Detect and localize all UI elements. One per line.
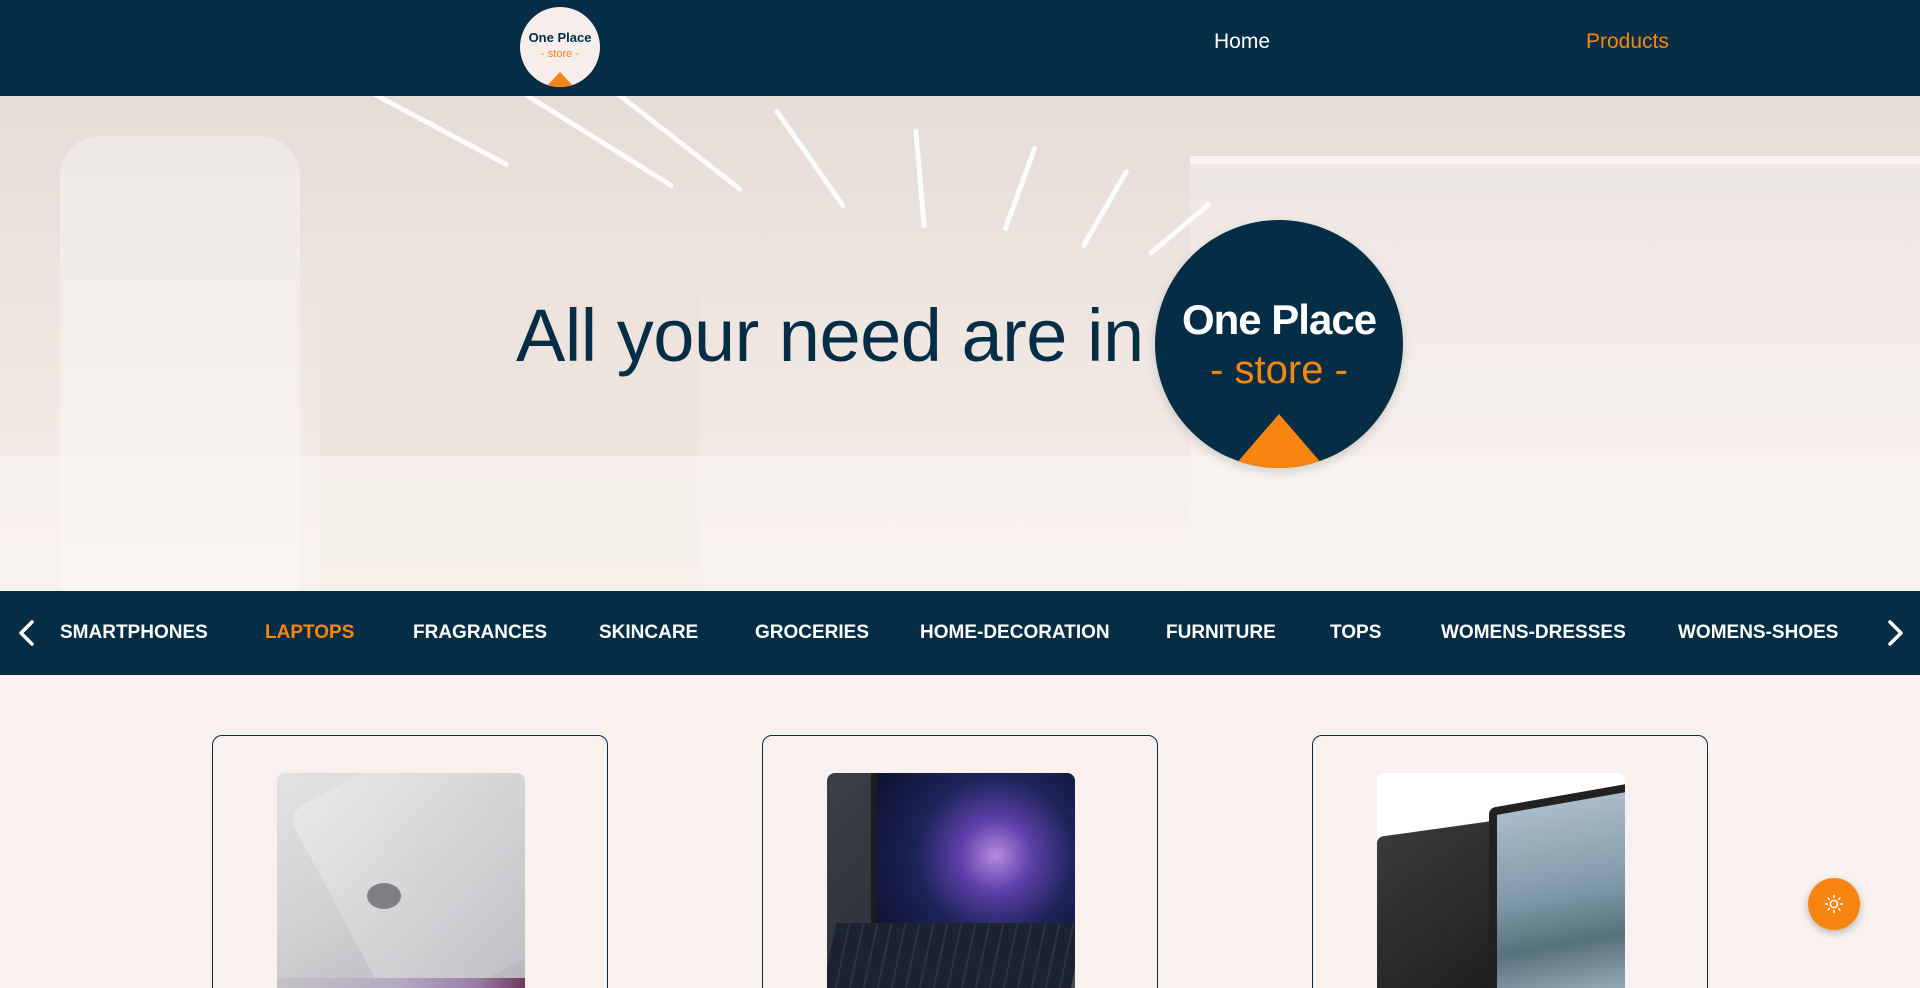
category-groceries[interactable]: GROCERIES (755, 621, 869, 645)
laptop-screen (1489, 781, 1625, 988)
hero-ceiling-light (1080, 168, 1130, 249)
hero-logo: One Place - store - (1155, 220, 1403, 468)
category-skincare[interactable]: SKINCARE (599, 621, 698, 645)
hero-background-floor (0, 456, 1920, 591)
hero-banner: All your need are in One Place - store - (0, 96, 1920, 591)
theme-toggle-button[interactable] (1808, 878, 1860, 930)
hero-ceiling-light (330, 96, 510, 168)
hero-logo-title: One Place (1181, 296, 1377, 343)
product-image[interactable] (827, 773, 1075, 988)
category-fragrances[interactable]: FRAGRANCES (413, 621, 547, 645)
hero-ceiling-light (913, 128, 927, 229)
category-womens-dresses[interactable]: WOMENS-DRESSES (1441, 621, 1626, 645)
laptop-lid (287, 773, 525, 988)
category-home-decoration[interactable]: HOME-DECORATION (920, 621, 1110, 645)
hero-ceiling-light (1002, 145, 1038, 232)
category-bar: SMARTPHONES LAPTOPS FRAGRANCES SKINCARE … (0, 591, 1920, 675)
chevron-right-icon[interactable] (1878, 617, 1910, 649)
category-laptops[interactable]: LAPTOPS (265, 621, 354, 645)
logo-triangle (544, 72, 576, 87)
category-furniture[interactable]: FURNITURE (1166, 621, 1276, 645)
nav-link-home[interactable]: Home (1214, 30, 1270, 54)
laptop-body (1377, 818, 1507, 988)
product-card[interactable] (212, 735, 608, 988)
product-card[interactable] (1312, 735, 1708, 988)
laptop-reflection (277, 978, 525, 988)
logo-title: One Place (528, 30, 592, 45)
brand-logo (367, 883, 401, 909)
category-smartphones[interactable]: SMARTPHONES (60, 621, 208, 645)
category-tops[interactable]: TOPS (1330, 621, 1381, 645)
category-womens-shoes[interactable]: WOMENS-SHOES (1678, 621, 1838, 645)
hero-logo-triangle (1229, 414, 1329, 468)
logo-subtitle: - store - (541, 48, 579, 60)
product-card[interactable] (762, 735, 1158, 988)
screen-wallpaper (1497, 791, 1625, 988)
hero-tagline: All your need are in (516, 294, 1144, 377)
hero-ceiling-light (485, 96, 675, 189)
laptop-keyboard (827, 923, 1075, 988)
hero-logo-subtitle: - store - (1210, 348, 1348, 392)
hero-ceiling-light (606, 96, 744, 193)
hero-ceiling-light (773, 107, 847, 210)
nav-link-products[interactable]: Products (1586, 30, 1669, 54)
sun-icon (1824, 894, 1844, 914)
product-image[interactable] (277, 773, 525, 988)
header-logo[interactable]: One Place - store - (520, 7, 600, 87)
laptop-screen (871, 773, 1075, 923)
product-image[interactable] (1377, 773, 1625, 988)
site-header: One Place - store - Home Products (0, 0, 1920, 96)
chevron-left-icon[interactable] (12, 617, 44, 649)
